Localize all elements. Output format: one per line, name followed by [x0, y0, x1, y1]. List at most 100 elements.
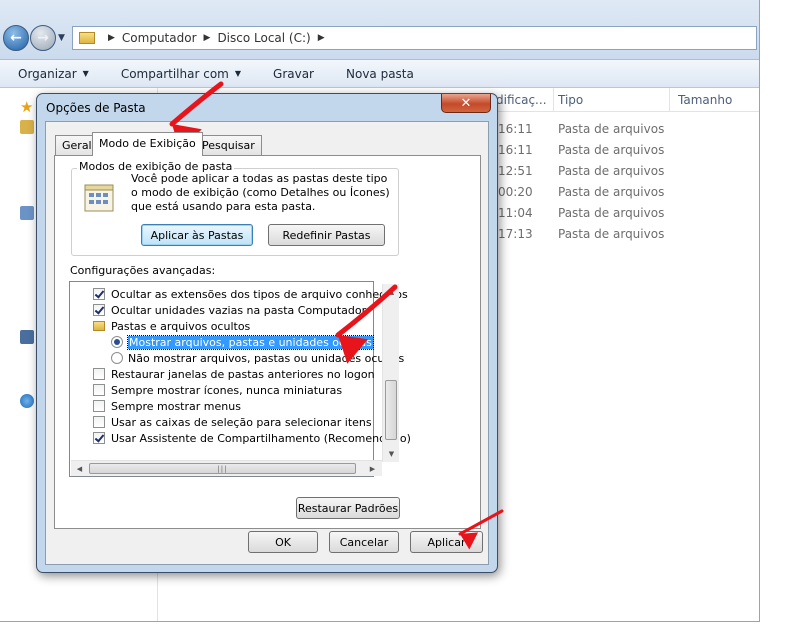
setting-label: Pastas e arquivos ocultos: [111, 319, 251, 333]
checkbox[interactable]: [93, 416, 105, 428]
breadcrumb-computer[interactable]: Computador: [122, 31, 197, 45]
list-item[interactable]: Sempre mostrar ícones, nunca miniaturas: [93, 382, 342, 398]
toolbar-item[interactable]: Organizar ▼: [18, 67, 89, 81]
computer-nav-icon[interactable]: [20, 330, 34, 344]
forward-button[interactable]: →: [30, 25, 56, 51]
item-type: Pasta de arquivos: [558, 185, 665, 199]
desktop-icon[interactable]: [20, 120, 34, 134]
table-row[interactable]: 16:11 Pasta de arquivos: [496, 119, 759, 140]
address-bar-area: ← → ▼ ▶ Computador ▶ Disco Local (C:) ▶: [0, 0, 759, 60]
horizontal-scrollbar[interactable]: ◀ ||| ▶: [71, 460, 382, 476]
list-item[interactable]: Sempre mostrar menus: [93, 398, 241, 414]
caret-down-icon: ▼: [82, 69, 89, 78]
checkbox[interactable]: [93, 432, 105, 444]
chevron-right-icon: ▶: [317, 33, 325, 43]
table-row[interactable]: 16:11 Pasta de arquivos: [496, 140, 759, 161]
modified-time: 11:04: [498, 206, 533, 220]
modified-time: 16:11: [498, 143, 533, 157]
radio-button[interactable]: [111, 336, 123, 348]
scroll-up-icon[interactable]: ▲: [383, 284, 400, 300]
apply-to-folders-button[interactable]: Aplicar às Pastas: [141, 224, 253, 246]
chevron-right-icon: ▶: [203, 33, 211, 43]
toolbar-item[interactable]: Compartilhar com ▼: [121, 67, 241, 81]
toolbar-item[interactable]: Gravar: [273, 67, 314, 81]
arrow-right-icon: →: [37, 30, 49, 46]
list-item[interactable]: Restaurar janelas de pastas anteriores n…: [93, 366, 375, 382]
toolbar-item-label: Gravar: [273, 66, 314, 81]
setting-label: Ocultar as extensões dos tipos de arquiv…: [111, 287, 408, 301]
list-item[interactable]: Ocultar as extensões dos tipos de arquiv…: [93, 286, 408, 302]
list-item[interactable]: Pastas e arquivos ocultos: [93, 318, 250, 334]
setting-label: Usar as caixas de seleção para seleciona…: [111, 415, 372, 429]
item-type: Pasta de arquivos: [558, 227, 665, 241]
checkbox[interactable]: [93, 368, 105, 380]
cancel-button[interactable]: Cancelar: [329, 531, 399, 553]
setting-label: Não mostrar arquivos, pastas ou unidades…: [128, 351, 405, 365]
tab-search[interactable]: Pesquisar: [195, 135, 262, 155]
list-item[interactable]: Mostrar arquivos, pastas e unidades ocul…: [111, 334, 374, 350]
modified-time: 17:13: [498, 227, 533, 241]
arrow-left-icon: ←: [10, 30, 22, 46]
breadcrumb-local-disk[interactable]: Disco Local (C:): [217, 31, 310, 45]
back-button[interactable]: ←: [3, 25, 29, 51]
table-row[interactable]: 11:04 Pasta de arquivos: [496, 203, 759, 224]
column-divider[interactable]: [553, 88, 554, 112]
list-item[interactable]: Ocultar unidades vazias na pasta Computa…: [93, 302, 366, 318]
libraries-icon[interactable]: [20, 206, 34, 220]
tab-view[interactable]: Modo de Exibição: [92, 132, 203, 156]
folder-views-description: Você pode aplicar a todas as pastas dest…: [131, 172, 390, 213]
column-date-modified[interactable]: dificaç...: [496, 93, 547, 107]
table-row[interactable]: 12:51 Pasta de arquivos: [496, 161, 759, 182]
setting-label: Usar Assistente de Compartilhamento (Rec…: [111, 431, 411, 445]
favorites-star-icon[interactable]: ★: [20, 98, 34, 116]
radio-button[interactable]: [111, 352, 123, 364]
scroll-thumb[interactable]: [385, 380, 397, 440]
modified-time: 16:11: [498, 122, 533, 136]
restore-defaults-button[interactable]: Restaurar Padrões: [296, 497, 400, 519]
folder-icon: [93, 321, 105, 331]
item-type: Pasta de arquivos: [558, 122, 665, 136]
dialog-title: Opções de Pasta: [46, 101, 146, 115]
reset-folders-button[interactable]: Redefinir Pastas: [268, 224, 385, 246]
toolbar-item-label: Compartilhar com: [120, 66, 229, 81]
setting-label: Sempre mostrar ícones, nunca miniaturas: [111, 383, 343, 397]
toolbar-item[interactable]: Nova pasta: [346, 67, 414, 81]
scroll-thumb-horizontal[interactable]: |||: [89, 463, 356, 474]
checkbox[interactable]: [93, 288, 105, 300]
checkbox[interactable]: [93, 304, 105, 316]
toolbar-item-label: Nova pasta: [346, 66, 414, 81]
vertical-scrollbar[interactable]: ▲ ▼: [382, 284, 399, 462]
ok-button[interactable]: OK: [248, 531, 318, 553]
network-icon[interactable]: [20, 394, 34, 408]
modified-time: 00:20: [498, 185, 533, 199]
table-row[interactable]: 17:13 Pasta de arquivos: [496, 224, 759, 245]
apply-button[interactable]: Aplicar: [410, 531, 483, 553]
command-bar: Organizar ▼ Compartilhar com ▼ Gravar Nova pa…: [0, 60, 759, 88]
close-button[interactable]: ✕: [441, 94, 491, 113]
recent-pages-dropdown[interactable]: ▼: [58, 33, 65, 43]
setting-label: Mostrar arquivos, pastas e unidades ocul…: [127, 334, 374, 350]
column-size[interactable]: Tamanho: [678, 93, 732, 107]
address-input[interactable]: ▶ Computador ▶ Disco Local (C:) ▶: [72, 26, 757, 50]
list-item[interactable]: Não mostrar arquivos, pastas ou unidades…: [111, 350, 404, 366]
toolbar-item-label: Organizar: [18, 66, 77, 81]
list-item[interactable]: Usar Assistente de Compartilhamento (Rec…: [93, 430, 411, 446]
column-divider[interactable]: [669, 88, 670, 112]
scroll-down-icon[interactable]: ▼: [383, 446, 400, 462]
setting-label: Sempre mostrar menus: [111, 399, 241, 413]
advanced-settings-list[interactable]: Ocultar as extensões dos tipos de arquiv…: [69, 281, 411, 477]
caret-down-icon: ▼: [58, 33, 65, 43]
scroll-left-icon[interactable]: ◀: [71, 461, 88, 477]
setting-label: Restaurar janelas de pastas anteriores n…: [111, 367, 375, 381]
caret-down-icon: ▼: [234, 69, 242, 78]
checkbox[interactable]: [93, 384, 105, 396]
advanced-settings-label: Configurações avançadas:: [70, 264, 216, 277]
item-type: Pasta de arquivos: [558, 143, 665, 157]
list-item[interactable]: Usar as caixas de seleção para seleciona…: [93, 414, 372, 430]
column-headers: dificaç... Tipo Tamanho: [496, 88, 759, 112]
scroll-right-icon[interactable]: ▶: [364, 461, 381, 477]
column-type[interactable]: Tipo: [558, 93, 583, 107]
checkbox[interactable]: [93, 400, 105, 412]
close-icon: ✕: [460, 95, 472, 111]
table-row[interactable]: 00:20 Pasta de arquivos: [496, 182, 759, 203]
